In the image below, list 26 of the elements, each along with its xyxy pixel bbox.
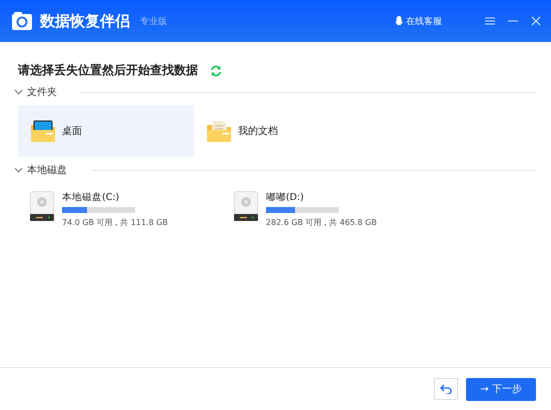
window-title: 数据恢复伴侣 (40, 12, 130, 30)
section-label: 本地磁盘 (27, 164, 67, 177)
back-arrow-icon (440, 384, 452, 394)
chevron-icon[interactable] (14, 89, 23, 95)
drive-info: 74.0 GB 可用 , 共 111.8 GB (62, 217, 168, 228)
menu-icon[interactable] (485, 16, 495, 26)
section-label: 文件夹 (27, 86, 57, 99)
support-link[interactable]: 在线客服 (395, 14, 442, 28)
hard-drive-icon (30, 191, 54, 221)
refresh-icon[interactable] (210, 64, 222, 76)
folder-icon (206, 119, 232, 143)
folder-item[interactable]: 我的文档 (194, 105, 370, 157)
prompt-heading: 请选择丢失位置然后开始查找数据 (18, 62, 198, 79)
logo-icon (12, 12, 32, 30)
drive-info: 282.6 GB 可用 , 共 465.8 GB (266, 217, 377, 228)
back-button[interactable] (434, 378, 458, 400)
close-icon[interactable] (531, 16, 541, 26)
next-button[interactable]: → 下一步 (466, 378, 536, 400)
folder-icon (30, 119, 56, 143)
drive-name[interactable]: 嘟嘟(D:) (266, 191, 377, 204)
chevron-icon[interactable] (14, 167, 23, 173)
hard-drive-icon (234, 191, 258, 221)
bell-icon (395, 16, 403, 26)
edition-label: 专业版 (140, 16, 167, 28)
folder-item[interactable]: 桌面 (18, 105, 194, 157)
drive-name[interactable]: 本地磁盘(C:) (62, 191, 168, 204)
